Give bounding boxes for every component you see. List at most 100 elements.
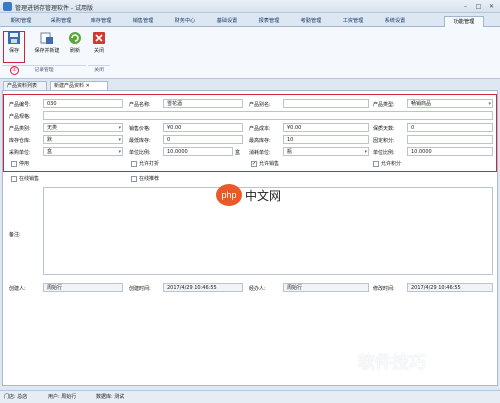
shelf-life-field[interactable]: 0 — [407, 123, 493, 132]
chevron-down-icon: ▾ — [488, 101, 491, 107]
sale-price-label: 销售价格: — [129, 126, 151, 132]
ribbon: 保存 保存并新建 刷新 关闭 记录管理 关闭 — [0, 27, 500, 79]
disabled-checkbox[interactable]: 停用 — [11, 160, 29, 167]
document-tabs: 产品资料列表 新建产品资料 ✕ — [0, 80, 500, 90]
unit-ratio-2-field[interactable]: 10.0000 — [407, 147, 493, 156]
menu-bar: 期初管理 采购管理 库存管理 销售管理 财务中心 基础设置 报表管理 考勤管理 … — [0, 14, 500, 27]
allow-sale-label: 允许销售 — [259, 161, 280, 167]
purchase-unit-label: 采购单位: — [9, 150, 31, 156]
warehouse-label: 库存仓库: — [9, 138, 31, 144]
allow-sale-checkbox[interactable]: ✓ 允许销售 — [251, 160, 279, 167]
window-title: 管理进销存管理软件 - 试用版 — [15, 5, 93, 12]
unit-ratio-2-label: 单位比例: — [373, 150, 395, 156]
menu-tab[interactable]: 工资管理 — [334, 16, 372, 27]
allow-discount-checkbox[interactable]: 允许打折 — [131, 160, 159, 167]
allow-points-label: 允许积分 — [381, 161, 402, 167]
allow-points-checkbox[interactable]: 允许积分 — [373, 160, 401, 167]
menu-tab[interactable]: 基础设置 — [208, 16, 246, 27]
chevron-down-icon: ▾ — [364, 149, 367, 155]
disabled-checkbox-label: 停用 — [19, 161, 30, 167]
app-icon — [3, 2, 12, 11]
max-stock-label: 最高库存: — [249, 138, 271, 144]
editor-label: 经办人: — [249, 286, 266, 292]
menu-tab-active[interactable]: 功能管理 — [444, 16, 484, 27]
php-logo-icon: php 中文网 — [216, 184, 281, 206]
save-highlight-box — [3, 31, 25, 63]
remark-label: 备注: — [9, 232, 21, 238]
tab-new-product[interactable]: 新建产品资料 ✕ — [50, 81, 108, 90]
check-mark-icon: ✓ — [251, 160, 257, 167]
group-close: 关闭 — [88, 65, 110, 75]
sale-unit-label: 消耗单位: — [249, 150, 271, 156]
edited-time-field: 2017/4/29 10:46:55 — [407, 283, 493, 292]
online-recommend-checkbox[interactable]: 在线推荐 — [131, 175, 159, 182]
menu-tab[interactable]: 期初管理 — [2, 16, 40, 27]
close-icon — [93, 32, 105, 44]
warehouse-select[interactable]: 默 ▾ — [43, 135, 123, 144]
product-type-select[interactable]: 畅销商品 ▾ — [407, 99, 493, 108]
chevron-down-icon: ▾ — [118, 149, 121, 155]
tab-product-list[interactable]: 产品资料列表 — [3, 81, 47, 90]
unit-ratio-field[interactable]: 10.0000 — [163, 147, 233, 156]
corner-watermark: 软件技巧 — [358, 353, 426, 373]
save-new-icon — [40, 32, 53, 44]
online-sale-checkbox[interactable]: 在线销售 — [11, 175, 39, 182]
chevron-down-icon: ▾ — [118, 125, 121, 131]
unit-ratio-label: 单位比例: — [129, 150, 151, 156]
save-and-new-label: 保存并新建 — [34, 48, 60, 54]
menu-tab[interactable]: 库存管理 — [82, 16, 120, 27]
product-spec-field[interactable] — [43, 111, 493, 120]
product-code-label: 产品编号: — [9, 102, 31, 108]
product-alias-field[interactable] — [283, 99, 369, 108]
menu-tab[interactable]: 考勤管理 — [292, 16, 330, 27]
menu-tab[interactable]: 采购管理 — [42, 16, 80, 27]
product-category-select[interactable]: 无类 ▾ — [43, 123, 123, 132]
online-recommend-label: 在线推荐 — [139, 176, 160, 182]
min-stock-field[interactable]: 0 — [163, 135, 243, 144]
tab-new-product-label: 新建产品资料 — [54, 83, 85, 89]
product-name-field[interactable]: 雪花酒 — [163, 99, 243, 108]
menu-tab[interactable]: 销售管理 — [124, 16, 162, 27]
online-sale-label: 在线销售 — [19, 176, 40, 182]
purchase-unit-value: 盒 — [47, 149, 53, 155]
save-and-new-button[interactable]: 保存并新建 — [30, 31, 64, 61]
status-bar: 门店: 总店 用户: 周始行 数据库: 测试 — [0, 390, 500, 403]
cost-label: 产品成本: — [249, 126, 271, 132]
product-category-value: 无类 — [47, 125, 58, 131]
menu-tab[interactable]: 系统设置 — [376, 16, 414, 27]
watermark-logo: php 中文网 — [215, 180, 295, 210]
step-marker-2: ② — [10, 66, 19, 75]
cost-field[interactable]: ¥0.00 — [283, 123, 369, 132]
close-button[interactable]: 关闭 — [91, 31, 107, 61]
close-label: 关闭 — [93, 48, 104, 54]
sale-price-field[interactable]: ¥0.00 — [163, 123, 243, 132]
status-user: 用户: 周始行 — [48, 394, 77, 400]
close-window-button[interactable]: ✕ — [485, 2, 498, 11]
max-stock-field[interactable]: 10 — [283, 135, 369, 144]
fixed-points-label: 固定积分: — [373, 138, 395, 144]
allow-discount-label: 允许打折 — [139, 161, 160, 167]
title-bar: 管理进销存管理软件 - 试用版 – □ ✕ — [0, 0, 500, 13]
fixed-points-field[interactable] — [407, 135, 493, 144]
created-time-field: 2017/4/29 10:46:55 — [163, 283, 243, 292]
product-type-value: 畅销商品 — [411, 101, 432, 107]
refresh-label: 刷新 — [69, 48, 80, 54]
maximize-button[interactable]: □ — [472, 2, 485, 11]
status-store: 门店: 总店 — [4, 394, 28, 400]
php-badge-text: php — [221, 190, 236, 200]
refresh-icon — [69, 32, 81, 44]
sale-unit-select[interactable]: 瓶 ▾ — [283, 147, 369, 156]
edited-time-label: 修改时间: — [373, 286, 395, 292]
min-stock-label: 最低库存: — [129, 138, 151, 144]
refresh-button[interactable]: 刷新 — [66, 31, 84, 61]
minimize-button[interactable]: – — [459, 2, 472, 11]
product-code-field[interactable]: 030 — [43, 99, 123, 108]
product-category-label: 产品类别: — [9, 126, 31, 132]
purchase-unit-select[interactable]: 盒 ▾ — [43, 147, 123, 156]
creator-field: 周始行 — [43, 283, 123, 292]
warehouse-value: 默 — [47, 137, 53, 143]
menu-tab[interactable]: 报表管理 — [250, 16, 288, 27]
menu-tab[interactable]: 财务中心 — [166, 16, 204, 27]
shelf-life-label: 保质天数: — [373, 126, 395, 132]
editor-field: 周始行 — [283, 283, 369, 292]
